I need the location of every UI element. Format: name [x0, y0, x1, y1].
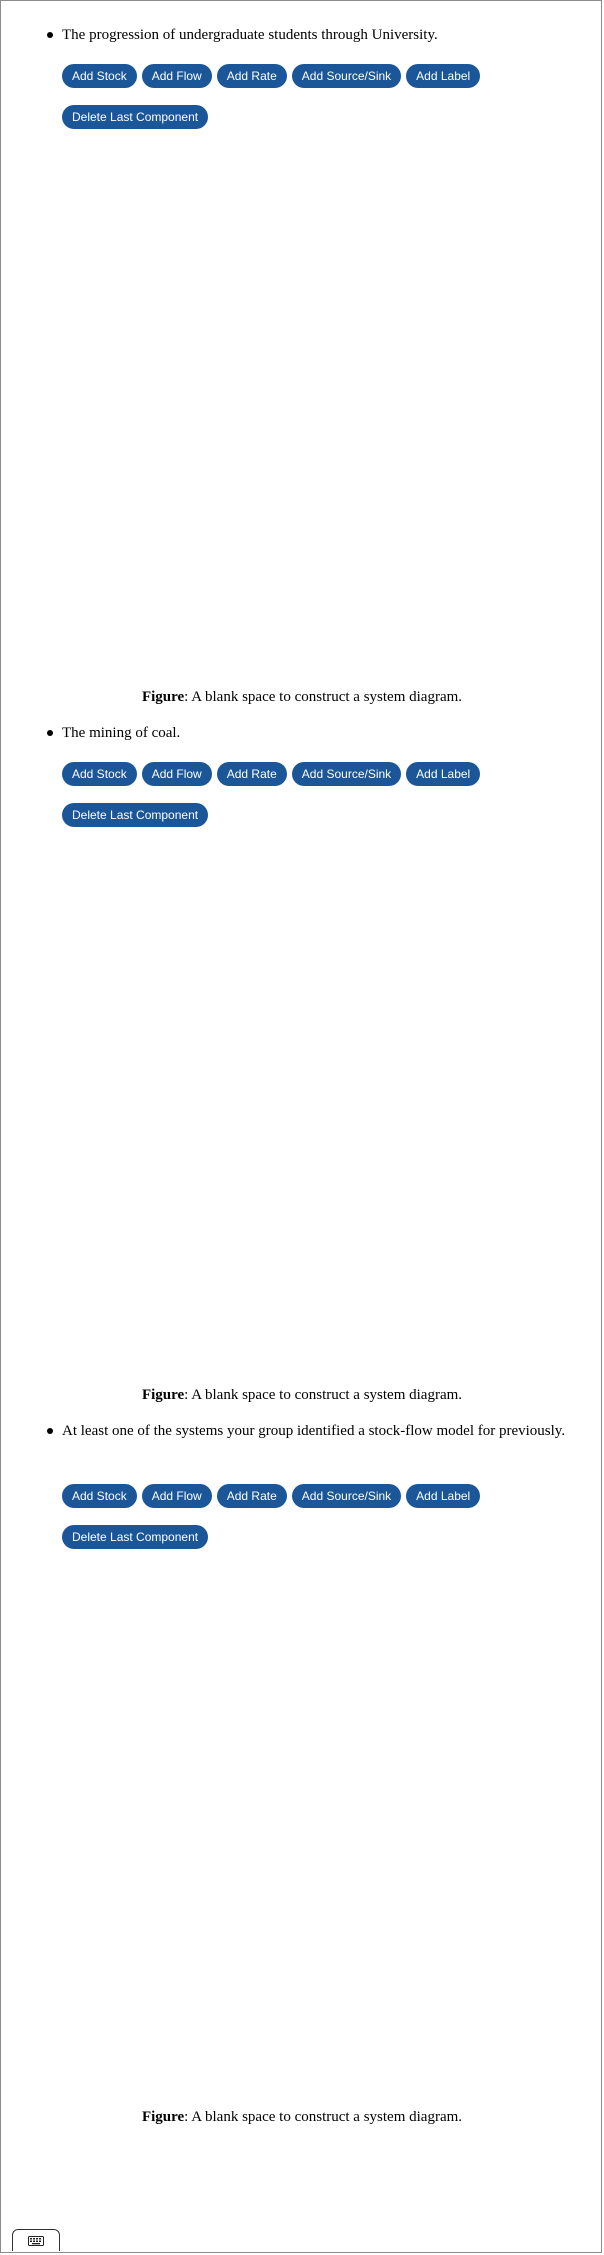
keyboard-icon [28, 2235, 44, 2246]
add-label-button[interactable]: Add Label [406, 64, 481, 88]
add-flow-button[interactable]: Add Flow [141, 1484, 212, 1508]
add-source-sink-button[interactable]: Add Source/Sink [291, 1484, 402, 1508]
add-rate-button[interactable]: Add Rate [216, 1484, 287, 1508]
question-prompt: At least one of the systems your group i… [62, 1423, 566, 1439]
caption-label: Figure [141, 2109, 185, 2125]
add-label-button[interactable]: Add Label [406, 762, 481, 786]
caption-text: : A blank space to construct a system di… [184, 1387, 463, 1403]
add-rate-button[interactable]: Add Rate [216, 762, 287, 786]
add-flow-button[interactable]: Add Flow [141, 64, 212, 88]
list-bullet [47, 730, 53, 736]
delete-last-component-button[interactable]: Delete Last Component [62, 803, 209, 827]
keyboard-toggle-button[interactable] [12, 2229, 60, 2251]
delete-last-component-button[interactable]: Delete Last Component [62, 1525, 209, 1549]
list-bullet [47, 1428, 53, 1434]
figure-caption: Figure: A blank space to construct a sys… [0, 687, 604, 707]
diagram-toolbar-secondary: Delete Last Component [62, 105, 209, 129]
diagram-toolbar: Add Stock Add Flow Add Rate Add Source/S… [62, 762, 481, 786]
figure-caption: Figure: A blank space to construct a sys… [0, 2107, 604, 2127]
add-source-sink-button[interactable]: Add Source/Sink [291, 762, 402, 786]
caption-label: Figure [141, 689, 185, 705]
question-prompt: The progression of undergraduate student… [62, 27, 438, 43]
caption-text: : A blank space to construct a system di… [184, 2109, 463, 2125]
add-flow-button[interactable]: Add Flow [141, 762, 212, 786]
add-rate-button[interactable]: Add Rate [216, 64, 287, 88]
diagram-toolbar: Add Stock Add Flow Add Rate Add Source/S… [62, 1484, 481, 1508]
diagram-toolbar-secondary: Delete Last Component [62, 1525, 209, 1549]
diagram-canvas[interactable] [62, 140, 562, 680]
add-stock-button[interactable]: Add Stock [62, 762, 137, 786]
add-stock-button[interactable]: Add Stock [62, 1484, 137, 1508]
add-stock-button[interactable]: Add Stock [62, 64, 137, 88]
list-bullet [47, 32, 53, 38]
figure-caption: Figure: A blank space to construct a sys… [0, 1385, 604, 1405]
diagram-toolbar-secondary: Delete Last Component [62, 803, 209, 827]
delete-last-component-button[interactable]: Delete Last Component [62, 105, 209, 129]
diagram-toolbar: Add Stock Add Flow Add Rate Add Source/S… [62, 64, 481, 88]
diagram-canvas[interactable] [62, 1560, 562, 2100]
add-label-button[interactable]: Add Label [406, 1484, 481, 1508]
add-source-sink-button[interactable]: Add Source/Sink [291, 64, 402, 88]
caption-text: : A blank space to construct a system di… [184, 689, 463, 705]
diagram-canvas[interactable] [62, 838, 562, 1378]
question-prompt: The mining of coal. [62, 725, 181, 741]
caption-label: Figure [141, 1387, 185, 1403]
